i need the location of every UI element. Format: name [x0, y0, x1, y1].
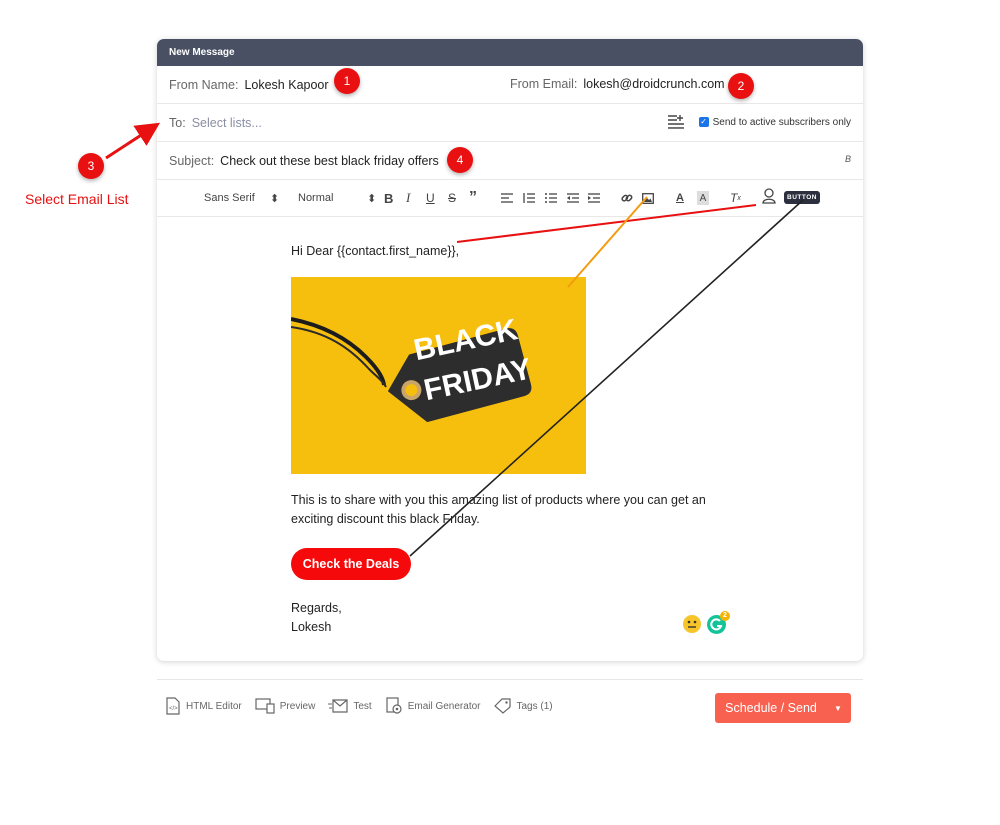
tags-button[interactable]: Tags (1) — [493, 698, 553, 714]
annotation-marker-1: 1 — [334, 68, 360, 94]
to-row: To: Select lists... ✓ Send to active sub… — [157, 104, 863, 142]
strikethrough-icon[interactable]: S — [448, 191, 456, 205]
test-button[interactable]: Test — [328, 699, 372, 713]
from-email-label: From Email: — [510, 77, 578, 91]
font-size-select[interactable]: Normal ⬍ — [298, 191, 376, 205]
subject-row: Subject: Check out these best black frid… — [157, 142, 863, 180]
send-test-icon — [328, 699, 348, 713]
editor-toolbar: Sans Serif ⬍ Normal ⬍ B I U S ” A A Tx B… — [157, 180, 863, 217]
schedule-send-button[interactable]: Schedule / Send ▼ — [715, 693, 851, 723]
to-controls: ✓ Send to active subscribers only — [667, 114, 851, 130]
preview-devices-icon — [255, 698, 275, 714]
subject-format-icon[interactable]: B — [845, 154, 851, 164]
subject-input[interactable]: Check out these best black friday offers — [220, 154, 439, 168]
preview-button[interactable]: Preview — [255, 698, 315, 714]
subject-label: Subject: — [169, 153, 215, 168]
ordered-list-icon[interactable] — [523, 191, 535, 205]
active-subscribers-label: Send to active subscribers only — [712, 116, 851, 128]
schedule-send-label[interactable]: Schedule / Send — [715, 701, 825, 715]
quote-icon[interactable]: ” — [469, 189, 477, 206]
greeting-text: Hi Dear {{contact.first_name}}, — [291, 244, 460, 258]
active-subscribers-checkbox[interactable]: ✓ Send to active subscribers only — [698, 116, 851, 128]
link-icon[interactable] — [621, 191, 633, 205]
from-email-group: From Email: lokesh@droidcrunch.com — [510, 77, 725, 91]
from-email-field[interactable]: lokesh@droidcrunch.com — [583, 77, 724, 91]
email-generator-button[interactable]: Email Generator — [385, 697, 481, 715]
text-color-icon[interactable]: A — [676, 191, 684, 205]
tag-icon — [493, 698, 511, 714]
svg-text:</>: </> — [169, 706, 178, 712]
bullet-list-icon[interactable] — [545, 191, 557, 205]
from-row: From Name: Lokesh Kapoor From Email: lok… — [157, 66, 863, 104]
outdent-icon[interactable] — [567, 191, 579, 205]
send-options-caret-icon[interactable]: ▼ — [825, 704, 851, 713]
from-name-label: From Name: — [169, 77, 239, 92]
highlight-icon[interactable]: A — [697, 191, 709, 205]
annotation-marker-3: 3 — [78, 153, 104, 179]
composer-title: New Message — [157, 39, 863, 66]
underline-icon[interactable]: U — [426, 191, 435, 205]
add-list-icon[interactable] — [667, 114, 685, 130]
annotation-marker-2: 2 — [728, 73, 754, 99]
black-friday-image[interactable]: BLACK FRIDAY — [291, 277, 586, 474]
italic-icon[interactable]: I — [406, 190, 410, 205]
clear-format-icon[interactable]: Tx — [730, 191, 741, 205]
regards-line: Regards, — [291, 601, 342, 615]
html-file-icon: </> — [166, 697, 180, 715]
indent-icon[interactable] — [588, 191, 600, 205]
signature-name: Lokesh — [291, 620, 332, 634]
from-name-field[interactable]: Lokesh Kapoor — [244, 78, 328, 92]
select-email-list-label: Select Email List — [25, 191, 129, 207]
align-left-icon[interactable] — [501, 191, 513, 205]
list-select-input[interactable]: Select lists... — [192, 116, 262, 130]
checkbox-checked-icon[interactable]: ✓ — [698, 117, 709, 127]
signature: Regards, Lokesh — [291, 599, 342, 637]
insert-button-chip[interactable]: BUTTON — [784, 191, 820, 204]
bold-icon[interactable]: B — [384, 191, 393, 206]
emoji-icon[interactable] — [683, 615, 701, 633]
gear-doc-icon — [386, 697, 402, 714]
body-paragraph: This is to share with you this amazing l… — [291, 493, 706, 526]
select-list-arrow — [105, 122, 161, 160]
footer-actions: </> HTML Editor Preview Test Email Gener… — [165, 697, 553, 715]
check-deals-button[interactable]: Check the Deals — [291, 548, 411, 580]
html-editor-button[interactable]: </> HTML Editor — [165, 697, 242, 715]
annotation-marker-4: 4 — [447, 147, 473, 173]
image-icon[interactable] — [642, 191, 654, 205]
to-label: To: — [169, 115, 186, 130]
personalize-icon[interactable] — [762, 188, 776, 204]
grammarly-count-badge: 2 — [720, 611, 730, 621]
footer-divider — [157, 679, 863, 680]
font-family-select[interactable]: Sans Serif ⬍ — [204, 191, 279, 205]
